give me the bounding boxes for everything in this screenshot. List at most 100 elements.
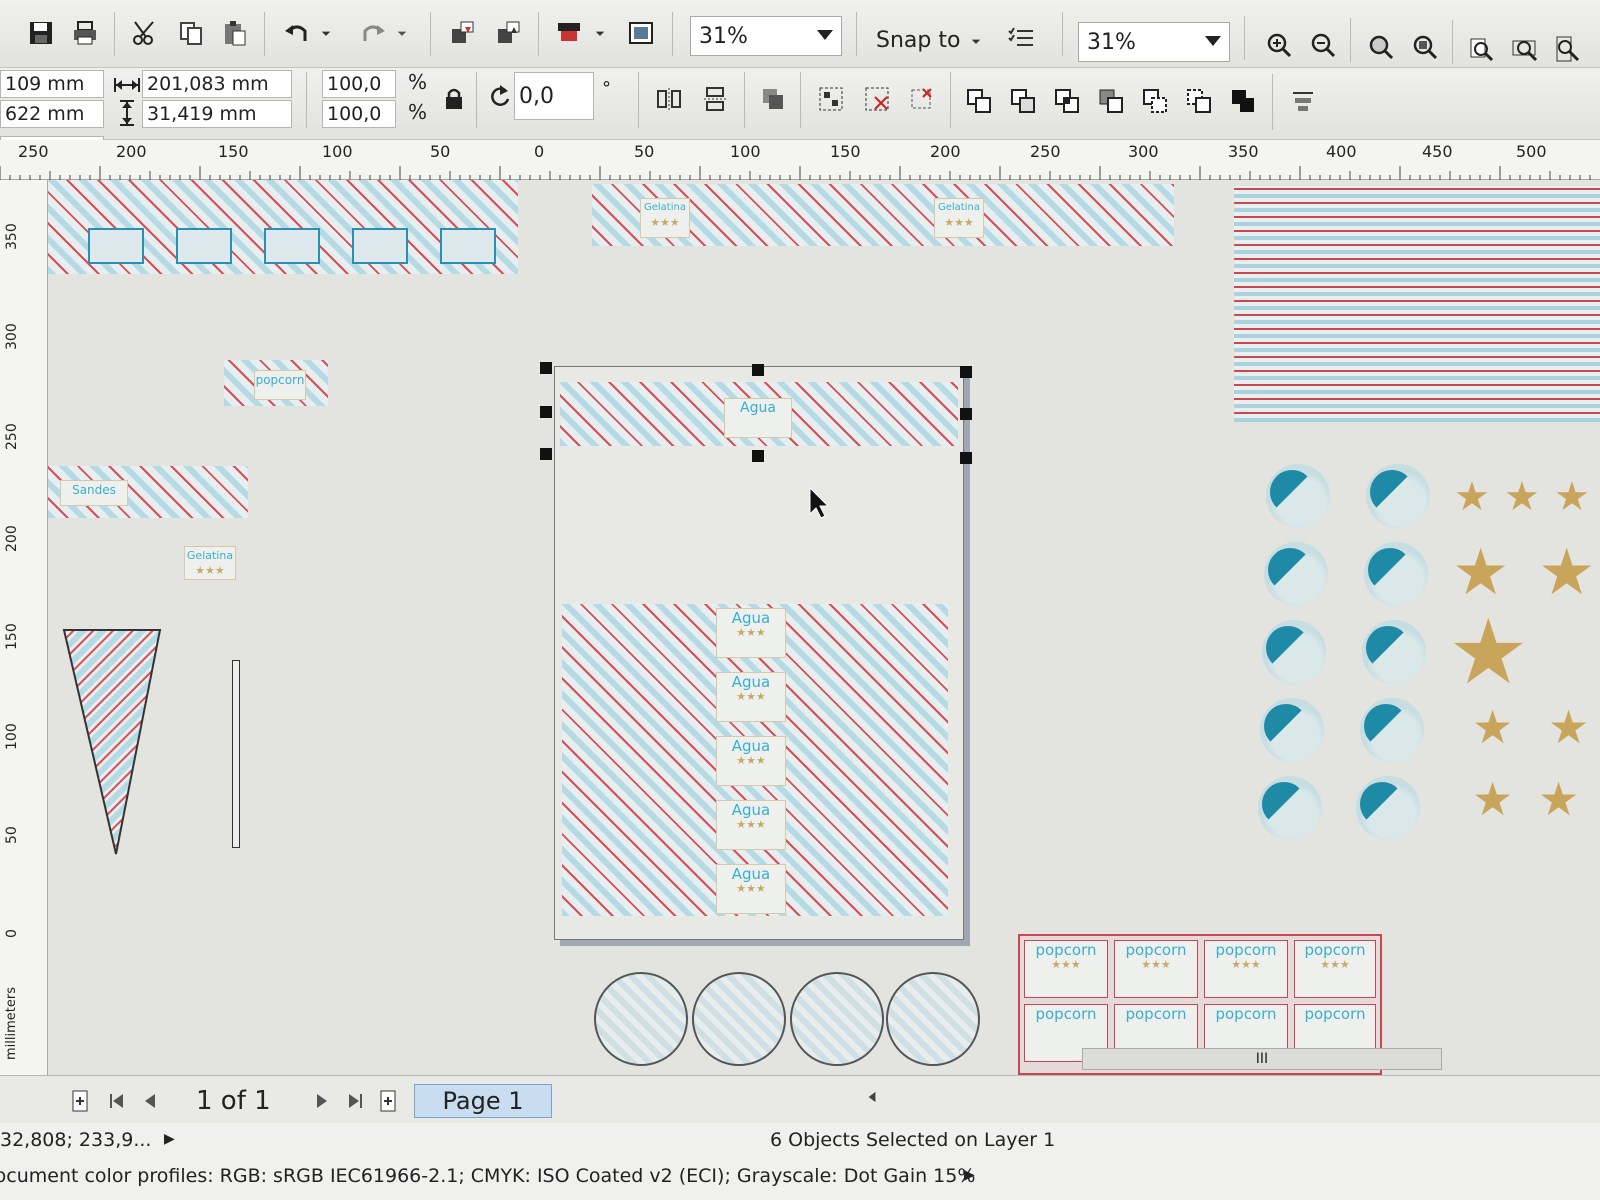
star-shape[interactable]: ★ <box>1504 474 1540 520</box>
popcorn-tag[interactable]: popcorn ★★★ <box>1024 940 1108 998</box>
selection-handle[interactable] <box>960 452 972 464</box>
snap-to-dropdown-icon[interactable] <box>966 24 986 58</box>
tag-icon-tile[interactable] <box>88 228 144 264</box>
star-shape[interactable]: ★ <box>1538 772 1579 826</box>
pennant-triangle[interactable] <box>62 628 162 858</box>
ball-graphic[interactable] <box>1266 464 1330 528</box>
snap-to-label[interactable]: Snap to <box>876 28 960 53</box>
gelatina-tag[interactable]: Gelatina ★★★ <box>640 198 690 238</box>
tag-icon-tile[interactable] <box>352 228 408 264</box>
ball-graphic[interactable] <box>1264 542 1328 606</box>
color-profiles-text[interactable]: Document color profiles: RGB: sRGB IEC61… <box>0 1165 975 1187</box>
redo-icon[interactable] <box>356 16 390 50</box>
last-page-icon[interactable] <box>338 1084 372 1118</box>
ball-graphic[interactable] <box>1364 542 1428 606</box>
selection-handle[interactable] <box>540 448 552 460</box>
star-shape[interactable]: ★ <box>1554 474 1590 520</box>
selection-handle[interactable] <box>752 450 764 462</box>
trim-icon[interactable] <box>1006 84 1040 118</box>
ball-graphic[interactable] <box>1262 620 1326 684</box>
ball-graphic[interactable] <box>1258 776 1322 840</box>
undo-dropdown-icon[interactable] <box>316 16 336 50</box>
zoom-to-page-width-icon[interactable] <box>1508 32 1542 66</box>
create-boundary-icon[interactable] <box>1226 84 1260 118</box>
star-shape[interactable]: ★ <box>1538 536 1595 610</box>
star-shape[interactable]: ★ <box>1472 772 1513 826</box>
star-shape[interactable]: ★ <box>1454 474 1490 520</box>
sandes-tag[interactable]: Sandes <box>60 480 128 506</box>
x-position-field[interactable]: 109 mm <box>0 70 104 98</box>
tab-page-1[interactable]: Page 1 <box>414 1084 552 1118</box>
y-position-field[interactable]: 622 mm <box>0 100 104 128</box>
front-minus-back-icon[interactable] <box>1138 84 1172 118</box>
width-field[interactable]: 201,083 mm <box>142 70 292 98</box>
zoom-in-icon[interactable] <box>1262 28 1296 62</box>
ball-graphic[interactable] <box>1360 698 1424 762</box>
height-field[interactable]: 31,419 mm <box>142 100 292 128</box>
first-page-icon[interactable] <box>100 1084 134 1118</box>
drawing-canvas[interactable]: Gelatina ★★★ Gelatina ★★★ popcorn Sandes G… <box>48 180 1600 1075</box>
save-icon[interactable] <box>24 16 58 50</box>
gelatina-tag-small[interactable]: Gelatina ★★★ <box>184 546 236 580</box>
redo-dropdown-icon[interactable] <box>392 16 412 50</box>
horizontal-ruler[interactable]: 250 200 150 100 50 0 50 100 150 200 250 … <box>0 140 1600 180</box>
gelatina-tag[interactable]: Gelatina ★★★ <box>934 198 984 238</box>
selection-handle[interactable] <box>540 406 552 418</box>
star-shape[interactable]: ★ <box>1448 600 1529 705</box>
agua-tag[interactable]: Agua ★★★ <box>716 672 786 722</box>
agua-tag[interactable]: Agua ★★★ <box>716 736 786 786</box>
striped-background-panel[interactable] <box>1234 186 1600 422</box>
star-shape[interactable]: ★ <box>1548 700 1589 754</box>
intersect-icon[interactable] <box>1050 84 1084 118</box>
lock-ratio-icon[interactable] <box>440 82 468 116</box>
star-shape[interactable]: ★ <box>1472 700 1513 754</box>
cut-icon[interactable] <box>128 16 162 50</box>
agua-tag[interactable]: Agua ★★★ <box>716 608 786 658</box>
circle-label[interactable] <box>886 972 980 1066</box>
vertical-ruler[interactable]: 350 300 250 200 150 100 50 0 millimeters <box>0 180 48 1075</box>
group-icon[interactable] <box>814 82 848 116</box>
application-launcher-dropdown-icon[interactable] <box>590 16 610 50</box>
zoom-level-combo-2[interactable]: 31% <box>1078 22 1230 62</box>
tag-icon-tile[interactable] <box>440 228 496 264</box>
copy-icon[interactable] <box>174 16 208 50</box>
scroll-left-icon[interactable] <box>860 1080 884 1114</box>
full-screen-preview-icon[interactable] <box>624 16 658 50</box>
scale-x-field[interactable]: 100,0 <box>322 70 396 98</box>
popcorn-tag[interactable]: popcorn ★★★ <box>1204 940 1288 998</box>
tag-icon-tile[interactable] <box>176 228 232 264</box>
zoom-level-combo[interactable]: 31% <box>690 16 842 56</box>
back-minus-front-icon[interactable] <box>1182 84 1216 118</box>
expand-arrow-icon[interactable]: ▶ <box>964 1167 975 1183</box>
mirror-horizontal-icon[interactable] <box>652 82 686 116</box>
ungroup-all-icon[interactable] <box>904 82 938 116</box>
circle-label[interactable] <box>790 972 884 1066</box>
import-icon[interactable] <box>446 16 480 50</box>
selection-handle[interactable] <box>752 364 764 376</box>
ball-graphic[interactable] <box>1260 698 1324 762</box>
ball-graphic[interactable] <box>1366 464 1430 528</box>
combine-icon[interactable] <box>756 82 790 116</box>
zoom-to-selected-icon[interactable] <box>1364 30 1398 64</box>
zoom-to-page-icon[interactable] <box>1464 32 1498 66</box>
selection-handle[interactable] <box>540 362 552 374</box>
popcorn-tag[interactable]: popcorn <box>254 370 306 400</box>
add-page-before-icon[interactable] <box>64 1084 98 1118</box>
agua-tag-selected[interactable]: Agua <box>724 398 792 438</box>
scale-y-field[interactable]: 100,0 <box>322 100 396 128</box>
print-icon[interactable] <box>68 16 102 50</box>
export-icon[interactable] <box>492 16 526 50</box>
horizontal-scrollbar-thumb[interactable]: III <box>1082 1048 1442 1070</box>
vertical-strip[interactable] <box>232 660 240 848</box>
next-page-icon[interactable] <box>304 1084 338 1118</box>
simplify-icon[interactable] <box>1094 84 1128 118</box>
popcorn-tag[interactable]: popcorn ★★★ <box>1294 940 1376 998</box>
tag-icon-tile[interactable] <box>264 228 320 264</box>
zoom-to-page-height-icon[interactable] <box>1550 32 1584 66</box>
circle-label[interactable] <box>594 972 688 1066</box>
selection-handle[interactable] <box>960 408 972 420</box>
rotation-field[interactable]: 0,0 <box>514 72 594 120</box>
ungroup-icon[interactable] <box>860 82 894 116</box>
weld-icon[interactable] <box>962 84 996 118</box>
align-distribute-icon[interactable] <box>1286 86 1320 120</box>
